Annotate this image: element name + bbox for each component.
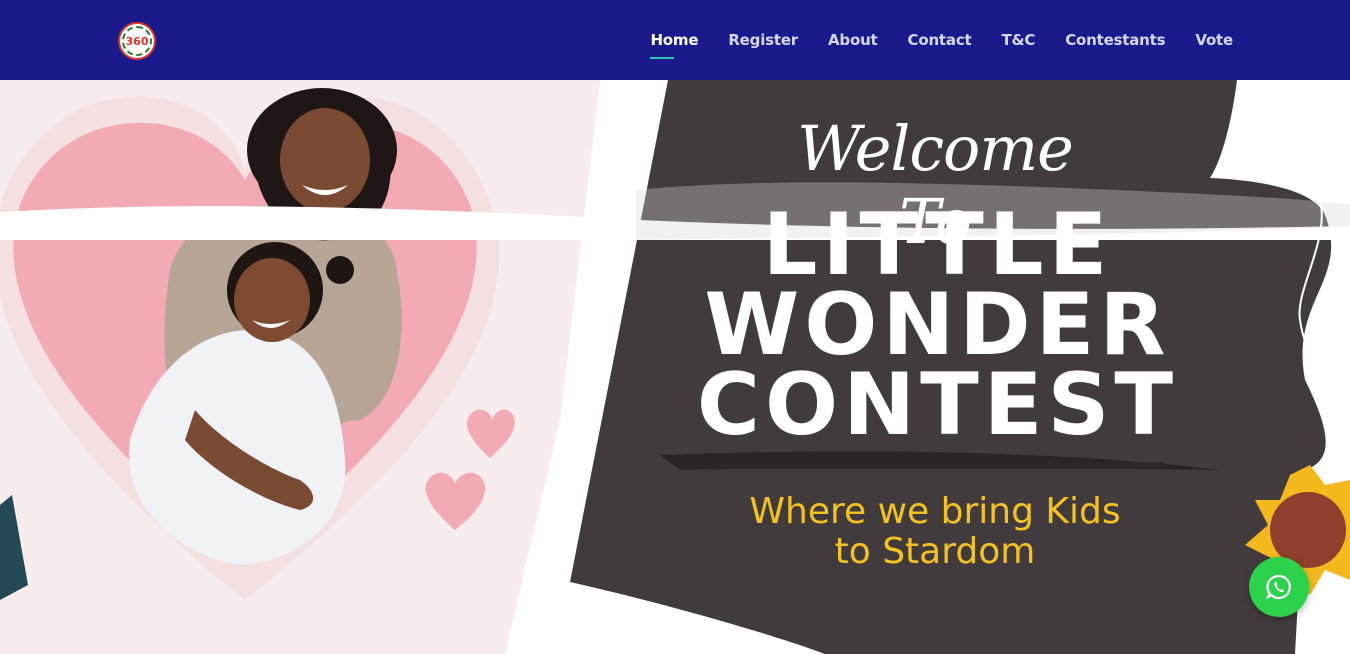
nav-contestants[interactable]: Contestants [1065,31,1165,49]
tagline-line: to Stardom [834,531,1036,572]
contest-title: LITTLE WONDER CONTEST [660,195,1215,455]
brush-stroke [680,462,1165,469]
top-navbar: 360 Home Register About Contact T&C Cont… [0,0,1350,80]
hero-tagline: Where we bring Kids to Stardom [700,492,1170,572]
whatsapp-icon [1265,574,1291,600]
logo-ring [122,26,152,56]
nav-contact[interactable]: Contact [908,31,972,49]
title-line: CONTEST [696,355,1179,455]
tagline-line: Where we bring Kids [749,491,1121,532]
title-line: LITTLE [762,195,1113,295]
title-line: WONDER [704,275,1171,375]
nav-vote[interactable]: Vote [1195,31,1233,49]
nav-terms[interactable]: T&C [1001,31,1035,49]
site-logo[interactable]: 360 [118,22,156,60]
page: 360 Home Register About Contact T&C Cont… [0,0,1350,654]
main-nav: Home Register About Contact T&C Contesta… [650,0,1233,80]
nav-about[interactable]: About [828,31,878,49]
nav-home[interactable]: Home [650,31,699,59]
nav-register[interactable]: Register [728,31,798,49]
whatsapp-button[interactable] [1249,557,1309,617]
